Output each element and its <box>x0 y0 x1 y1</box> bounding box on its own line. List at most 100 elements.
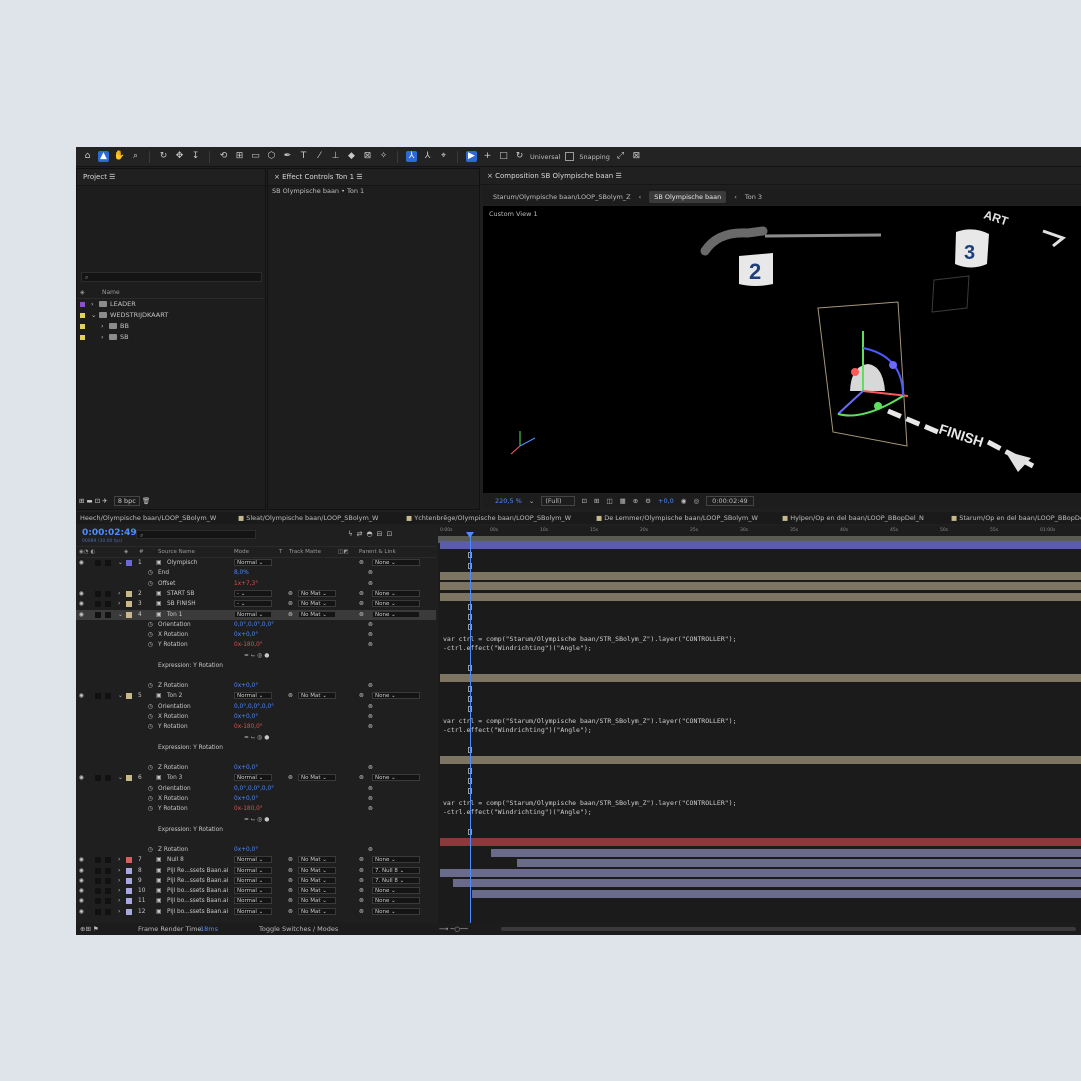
pick-whip-icon[interactable]: ⊚ <box>368 845 373 855</box>
pick-whip-icon[interactable]: ⊚ <box>359 599 364 609</box>
expand-chevron-icon[interactable]: › <box>118 599 120 609</box>
expand-chevron-icon[interactable]: ⌄ <box>118 610 123 620</box>
property-row[interactable]: ◷ X Rotation 0x+0,0° ⊚ <box>76 794 436 804</box>
layer-name[interactable]: Ton 3 <box>167 773 182 783</box>
composition-timecode[interactable]: 0:00:02:49 <box>706 496 754 506</box>
gizmo-move-icon[interactable]: + <box>482 151 493 162</box>
expand-chevron-icon[interactable]: › <box>118 907 120 917</box>
track-matte-select[interactable]: No Mat ⌄ <box>298 866 336 874</box>
composition-title[interactable]: × Composition SB Olympische baan ☰ <box>481 168 1081 185</box>
expand-chevron-icon[interactable]: ⌄ <box>118 558 123 568</box>
comp-tab[interactable]: Heech/Olympische baan/LOOP_SBolym_W <box>80 512 216 524</box>
link-icon[interactable]: ⊚ <box>288 866 293 876</box>
bpc-label[interactable]: 8 bpc <box>113 496 140 506</box>
visibility-eye-icon[interactable]: ◉ <box>79 610 84 620</box>
layer-name[interactable]: Pijl Re...ssets Baan.ai <box>167 866 228 876</box>
label-color-swatch[interactable] <box>126 898 132 905</box>
timeline-scrollbar[interactable] <box>501 927 1076 931</box>
parent-select[interactable]: None ⌄ <box>372 897 420 905</box>
property-value[interactable]: 0x+0,0° <box>234 845 258 855</box>
parent-select[interactable]: 7. Null 8 ⌄ <box>372 866 420 874</box>
solo-switch[interactable] <box>95 898 101 905</box>
stopwatch-icon[interactable]: ◷ <box>148 681 153 691</box>
pick-whip-icon[interactable]: ⊚ <box>359 907 364 917</box>
pick-whip-icon[interactable]: ⊚ <box>359 773 364 783</box>
layer-row[interactable]: ◉ › 2 ▣ START SB - ⌄ ⊚ No Mat ⌄ ⊚ None ⌄ <box>76 589 436 599</box>
expand-chevron-icon[interactable]: › <box>118 589 120 599</box>
pick-whip-icon[interactable]: ⊚ <box>368 579 373 589</box>
axis-mode-label[interactable]: Universal <box>530 153 560 161</box>
transparency-grid-icon[interactable]: ⊞ <box>594 497 599 505</box>
selection-tool-icon[interactable]: ▲ <box>98 151 109 162</box>
playhead-marker-icon[interactable] <box>466 532 474 538</box>
solo-switch[interactable] <box>95 857 101 864</box>
layer-name[interactable]: Pijl bo...ssets Baan.ai <box>167 896 228 906</box>
label-color-swatch[interactable] <box>126 611 132 618</box>
track-matte-select[interactable]: No Mat ⌄ <box>298 692 336 700</box>
label-color-swatch[interactable] <box>80 335 85 340</box>
parent-select[interactable]: None ⌄ <box>372 774 420 782</box>
roto-brush-icon[interactable]: ⊠ <box>362 151 373 162</box>
viewer-tab-ton3[interactable]: Ton 3 <box>745 193 762 201</box>
stopwatch-icon[interactable]: ◷ <box>148 763 153 773</box>
property-row[interactable]: ◷ Z Rotation 0x+0,0° ⊚ <box>76 845 436 855</box>
shy-icon[interactable]: ϟ <box>348 530 357 538</box>
expression-row[interactable]: = ⌙ ◎ ● Expression: Y Rotation <box>76 815 436 845</box>
layer-duration-bar[interactable] <box>491 848 1081 857</box>
pick-whip-icon[interactable]: ⊚ <box>359 589 364 599</box>
pick-whip-icon[interactable]: ⊚ <box>368 784 373 794</box>
lock-switch[interactable] <box>105 888 111 895</box>
chevron-icon[interactable]: › <box>91 299 94 310</box>
property-row[interactable]: ◷ Orientation 0,0°,0,0°,0,0° ⊚ <box>76 702 436 712</box>
project-item[interactable]: ⌄ WEDSTRIJDKAART <box>77 310 265 321</box>
property-row[interactable]: ◷ Orientation 0,0°,0,0°,0,0° ⊚ <box>76 784 436 794</box>
mask-visibility-icon[interactable]: ◫ <box>606 497 612 505</box>
property-value[interactable]: 1x+7,3° <box>234 579 258 589</box>
track-matte-select[interactable]: No Mat ⌄ <box>298 876 336 884</box>
track-matte-select[interactable]: No Mat ⌄ <box>298 610 336 618</box>
label-color-swatch[interactable] <box>80 302 85 307</box>
label-color-swatch[interactable] <box>126 693 132 700</box>
parent-select[interactable]: None ⌄ <box>372 559 420 566</box>
label-color-swatch[interactable] <box>80 313 85 318</box>
stopwatch-icon[interactable]: ◷ <box>148 845 153 855</box>
comp-tab[interactable]: ■ Sleat/Olympische baan/LOOP_SBolym_W <box>238 512 378 524</box>
visibility-eye-icon[interactable]: ◉ <box>79 855 84 865</box>
snap-options-icon[interactable]: ⊠ <box>631 151 642 162</box>
pick-whip-icon[interactable]: ⊚ <box>359 691 364 701</box>
stopwatch-icon[interactable]: ◷ <box>148 712 153 722</box>
current-time-indicator[interactable] <box>470 532 471 927</box>
toggle-switches-modes[interactable]: Toggle Switches / Modes <box>259 923 338 935</box>
parent-select[interactable]: None ⌄ <box>372 856 420 864</box>
label-color-swatch[interactable] <box>126 590 132 597</box>
parent-select[interactable]: None ⌄ <box>372 589 420 597</box>
view-axis-icon[interactable]: ⌖ <box>438 151 449 162</box>
blend-mode-select[interactable]: Normal ⌄ <box>234 692 272 700</box>
link-icon[interactable]: ⊚ <box>288 773 293 783</box>
pick-whip-icon[interactable]: ⊚ <box>368 620 373 630</box>
pick-whip-icon[interactable]: ⊚ <box>368 630 373 640</box>
layer-row[interactable]: ◉ › 11 ▣ Pijl bo...ssets Baan.ai Normal ⌄ ⊚ No … <box>76 896 436 906</box>
project-item[interactable]: › SB <box>77 332 265 343</box>
comp-tab[interactable]: ■ Hylpen/Op en del baan/LOOP_BBopDel_N <box>782 512 924 524</box>
chevron-left-icon[interactable]: ‹ <box>734 193 737 201</box>
property-value[interactable]: 0,0°,0,0°,0,0° <box>234 702 274 712</box>
label-color-swatch[interactable] <box>126 867 132 874</box>
blend-mode-select[interactable]: Normal ⌄ <box>234 866 272 874</box>
parent-select[interactable]: None ⌄ <box>372 907 420 915</box>
hand-tool-icon[interactable]: ✋ <box>114 151 125 162</box>
link-icon[interactable]: ⊚ <box>288 610 293 620</box>
property-value[interactable]: 0x-180,0° <box>234 722 263 732</box>
pick-whip-icon[interactable]: ⊚ <box>359 855 364 865</box>
gizmo-rotate-icon[interactable]: ↻ <box>514 151 525 162</box>
chevron-icon[interactable]: ⌄ <box>91 310 96 321</box>
status-icons[interactable]: ⊕⊞ ⚑ <box>80 923 99 935</box>
property-value[interactable]: 0,0°,0,0°,0,0° <box>234 784 274 794</box>
brush-tool-icon[interactable]: ⁄ <box>314 151 325 162</box>
property-row[interactable]: ◷ Y Rotation 0x-180,0° ⊚ <box>76 722 436 732</box>
property-value[interactable]: 0x+0,0° <box>234 763 258 773</box>
lock-switch[interactable] <box>105 877 111 884</box>
pick-whip-icon[interactable]: ⊚ <box>368 568 373 578</box>
layer-name[interactable]: SB FINISH <box>167 599 196 609</box>
visibility-eye-icon[interactable]: ◉ <box>79 599 84 609</box>
